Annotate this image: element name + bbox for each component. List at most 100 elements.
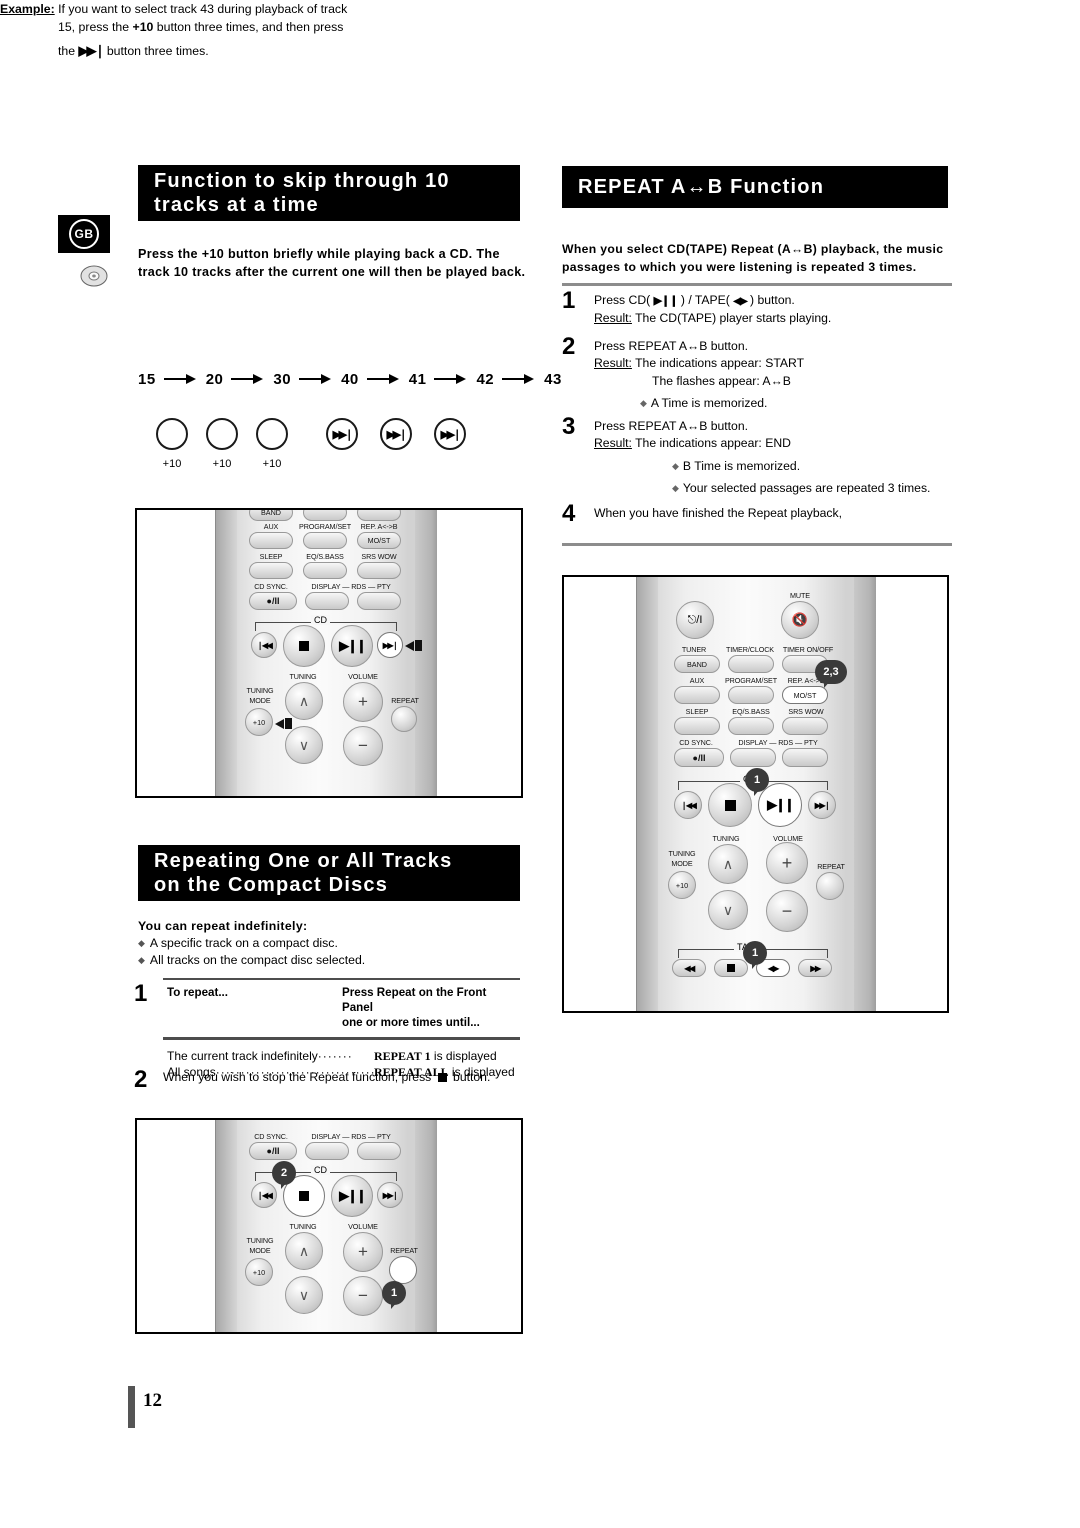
plus-icon: + bbox=[358, 692, 368, 711]
remote-diagram-bottom-left: CD SYNC. DISPLAY — RDS — PTY ●/II CD ❘◀◀… bbox=[135, 1118, 523, 1334]
eq-sbass-button[interactable] bbox=[728, 717, 774, 735]
skip-example-line3a: the bbox=[58, 43, 79, 58]
row-value-tail: is displayed bbox=[430, 1049, 497, 1064]
plus10-button-label: +10 bbox=[252, 717, 266, 727]
pty-button[interactable] bbox=[357, 1142, 401, 1160]
next-track-icon: ▶▶❘ bbox=[814, 800, 831, 810]
aux-button[interactable] bbox=[249, 532, 293, 549]
diamond-bullet-icon: ◆ bbox=[672, 460, 679, 471]
srs-wow-button[interactable] bbox=[357, 562, 401, 579]
repeat-label: REPEAT bbox=[391, 696, 419, 705]
callout-tape-play: 1 bbox=[744, 942, 766, 969]
display-button[interactable] bbox=[305, 1142, 349, 1160]
section-header-repeat-tracks-line2: on the Compact Discs bbox=[154, 874, 389, 896]
mo-st-button-label: MO/ST bbox=[367, 536, 391, 545]
eq-sbass-button[interactable] bbox=[303, 562, 347, 579]
divider-rule bbox=[562, 283, 952, 286]
tuner-label: TUNER bbox=[681, 645, 707, 654]
tuning-mode-label-1: TUNING bbox=[246, 686, 274, 695]
callout-cd-play: 1 bbox=[746, 769, 768, 796]
skip-example-line2c: button three times, and then press bbox=[153, 20, 344, 35]
remote-illustration: ⎋/I MUTE 🔇 TUNER TIMER/CLOCK TIMER ON/OF… bbox=[636, 577, 876, 1011]
pty-button[interactable] bbox=[357, 592, 401, 610]
plus10-caption: +10 bbox=[212, 458, 232, 470]
flow-value: 30 bbox=[273, 370, 292, 388]
step2-text-a: When you wish to stop the Repeat functio… bbox=[163, 1070, 435, 1084]
program-set-label: PROGRAM/SET bbox=[299, 522, 352, 531]
diamond-bullet-icon: ◆ bbox=[138, 955, 145, 965]
language-tab: GB bbox=[58, 215, 110, 253]
sleep-button[interactable] bbox=[674, 717, 720, 735]
flow-value: 20 bbox=[205, 370, 224, 388]
power-icon: ⎋/I bbox=[687, 613, 703, 627]
plus10-button-illustration bbox=[156, 418, 188, 450]
flow-value: 40 bbox=[341, 370, 359, 388]
step-body: When you have finished the Repeat playba… bbox=[594, 506, 842, 520]
step2-text-b: button. bbox=[449, 1070, 491, 1084]
next-track-icon: ▶▶❘ bbox=[78, 42, 106, 58]
timer-clock-button[interactable] bbox=[728, 655, 774, 673]
repeat-button[interactable] bbox=[816, 872, 844, 900]
program-set-button[interactable] bbox=[728, 686, 774, 704]
display-button[interactable] bbox=[730, 748, 776, 767]
next-track-icon: ▶▶❘ bbox=[440, 428, 462, 441]
volume-label: VOLUME bbox=[348, 672, 378, 681]
cd-group-label: CD bbox=[311, 1165, 330, 1175]
stop-icon bbox=[708, 783, 752, 827]
flow-arrow-icon bbox=[502, 373, 536, 385]
step-body: Press CD( ▶❙❙ ) / TAPE( ◀▶ ) button. Res… bbox=[594, 292, 831, 327]
aux-label: AUX bbox=[689, 676, 705, 685]
section-header-skip: Function to skip through 10 tracks at a … bbox=[138, 165, 520, 221]
step2-result2: The flashes appear: A↔B bbox=[652, 373, 791, 388]
flow-arrow-icon bbox=[299, 373, 333, 385]
repeat-step-number: 2 bbox=[134, 1066, 148, 1093]
plus-icon: + bbox=[358, 1242, 368, 1261]
pty-button[interactable] bbox=[782, 748, 828, 767]
srs-wow-button[interactable] bbox=[782, 717, 828, 735]
timer-clock-button[interactable] bbox=[303, 510, 347, 521]
remote-illustration: BAND AUX PROGRAM/SET REP. A<->B MO/ST SL… bbox=[215, 510, 437, 796]
language-tab-label: GB bbox=[69, 219, 99, 249]
section-header-repeat-ab-title: REPEAT A↔B Function bbox=[578, 175, 825, 198]
tuning-label: TUNING bbox=[289, 672, 317, 681]
cd-sync-label: CD SYNC. bbox=[679, 738, 713, 747]
next-track-icon: ▶▶❘ bbox=[382, 1190, 399, 1200]
tuning-label: TUNING bbox=[712, 834, 740, 843]
step-body: Press REPEAT A↔B button. Result: The ind… bbox=[594, 338, 804, 412]
sleep-button[interactable] bbox=[249, 562, 293, 579]
bullet-text: Your selected passages are repeated 3 ti… bbox=[682, 480, 931, 495]
plus10-caption: +10 bbox=[262, 458, 282, 470]
aux-button[interactable] bbox=[674, 686, 720, 704]
minus-icon: − bbox=[358, 736, 368, 755]
pointer-icon-next-track bbox=[405, 640, 427, 651]
cd-sync-button-label: ●/II bbox=[266, 1146, 280, 1156]
repeat-button[interactable] bbox=[389, 1256, 417, 1284]
chevron-down-icon: ∨ bbox=[722, 901, 734, 918]
diamond-bullet-icon: ◆ bbox=[672, 482, 679, 493]
rep-ab-label: REP. A<->B bbox=[360, 522, 398, 531]
flow-arrow-icon bbox=[163, 373, 198, 385]
step2-bullet: ◆ A Time is memorized. bbox=[640, 395, 804, 412]
timer-onoff-button[interactable] bbox=[357, 510, 401, 521]
eq-sbass-label: EQ/S.BASS bbox=[732, 707, 770, 716]
section-header-skip-line2: tracks at a time bbox=[154, 194, 319, 216]
repeat-table: To repeat... Press Repeat on the Front P… bbox=[163, 978, 520, 1081]
timer-onoff-label: TIMER ON/OFF bbox=[782, 645, 834, 654]
repeat-button[interactable] bbox=[391, 706, 417, 732]
skip-intro-text: Press the +10 button briefly while playi… bbox=[138, 247, 526, 280]
minus-icon: − bbox=[781, 900, 793, 921]
repeat-label: REPEAT bbox=[390, 1246, 418, 1255]
result-label: Result: bbox=[594, 436, 632, 451]
program-set-button[interactable] bbox=[303, 532, 347, 549]
step1-text-a: Press CD( bbox=[594, 293, 654, 307]
play-pause-icon: ▶❙❙ bbox=[653, 295, 679, 307]
display-button[interactable] bbox=[305, 592, 349, 610]
table-cell-right: REPEAT 1 is displayed bbox=[374, 1048, 520, 1064]
plus10-button-illustration bbox=[256, 418, 288, 450]
bullet-text: A specific track on a compact disc. bbox=[149, 936, 338, 950]
stop-icon bbox=[714, 959, 748, 977]
step3-result: Result: The indications appear: END bbox=[594, 435, 930, 452]
step3-bullet: ◆ Your selected passages are repeated 3 t… bbox=[672, 480, 930, 497]
table-header-left: To repeat... bbox=[167, 986, 228, 999]
step3-bullet: ◆ B Time is memorized. bbox=[672, 458, 930, 475]
